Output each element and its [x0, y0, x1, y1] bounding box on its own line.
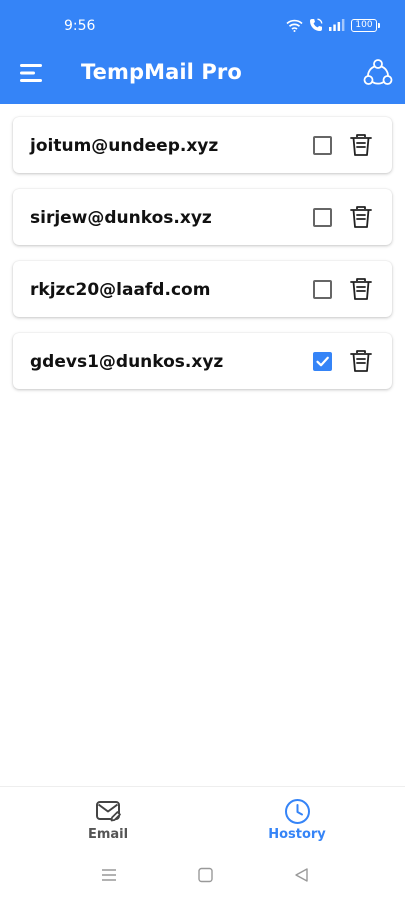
- email-address: joitum@undeep.xyz: [30, 136, 219, 156]
- share-button[interactable]: [363, 58, 393, 88]
- status-bar: 9:56 100: [0, 0, 405, 40]
- signal-icon: [329, 19, 345, 31]
- email-address: sirjew@dunkos.xyz: [30, 208, 212, 228]
- call-icon: [310, 18, 323, 31]
- menu-button[interactable]: [19, 61, 45, 85]
- email-card[interactable]: joitum@undeep.xyz: [13, 117, 392, 173]
- clock-icon: [285, 799, 310, 824]
- app-title: TempMail Pro: [81, 60, 242, 84]
- email-card[interactable]: rkjzc20@laafd.com: [13, 261, 392, 317]
- tab-history[interactable]: Hostory: [237, 787, 357, 851]
- back-triangle-icon[interactable]: [292, 866, 312, 884]
- trash-icon[interactable]: [348, 276, 374, 302]
- select-checkbox[interactable]: [313, 208, 332, 227]
- battery-icon: 100: [351, 18, 380, 32]
- email-card[interactable]: gdevs1@dunkos.xyz: [13, 333, 392, 389]
- system-navigation-bar: [0, 850, 405, 900]
- trash-icon[interactable]: [348, 132, 374, 158]
- bottom-navigation: Email Hostory: [0, 786, 405, 850]
- email-card[interactable]: sirjew@dunkos.xyz: [13, 189, 392, 245]
- wifi-icon: [286, 19, 303, 32]
- status-icons: 100: [286, 18, 380, 32]
- select-checkbox[interactable]: [313, 136, 332, 155]
- select-checkbox-checked[interactable]: [313, 352, 332, 371]
- tab-email-label: Email: [87, 827, 129, 842]
- app-bar: 9:56 100 TempMail Pro: [0, 0, 405, 104]
- tab-history-label: Hostory: [268, 827, 326, 842]
- select-checkbox[interactable]: [313, 280, 332, 299]
- checkmark-icon: [316, 356, 329, 367]
- status-time: 9:56: [64, 18, 96, 34]
- hamburger-menu-icon: [20, 64, 42, 82]
- email-address: gdevs1@dunkos.xyz: [30, 352, 224, 372]
- trash-icon[interactable]: [348, 348, 374, 374]
- recents-menu-icon[interactable]: [99, 866, 119, 884]
- tab-email[interactable]: Email: [48, 787, 168, 851]
- share-icon: [363, 59, 393, 85]
- email-history-list: joitum@undeep.xyz sirjew@dunkos.xyz rkjz…: [13, 117, 392, 405]
- mail-edit-icon: [96, 801, 121, 822]
- trash-icon[interactable]: [348, 204, 374, 230]
- email-address: rkjzc20@laafd.com: [30, 280, 211, 300]
- home-square-icon[interactable]: [195, 866, 215, 884]
